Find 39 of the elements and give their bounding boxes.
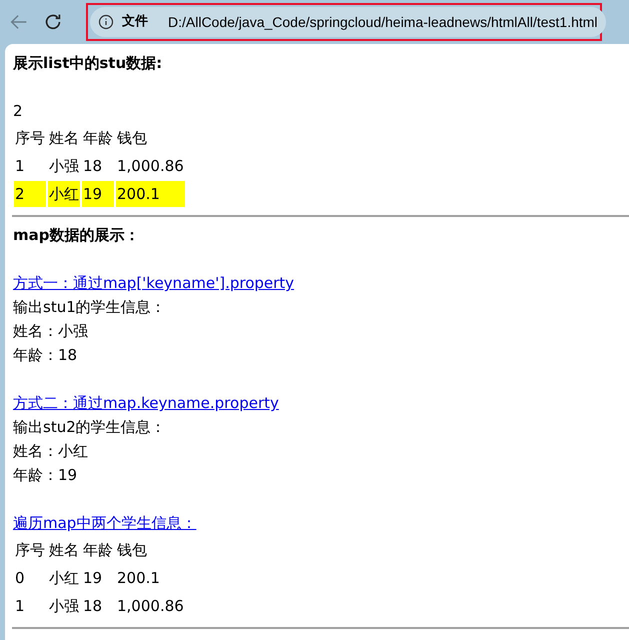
column-header: 序号 [14,128,46,149]
info-text: 年龄：19 [13,465,78,486]
column-header: 姓名 [48,540,80,561]
table-cell-text: 1 [14,156,26,177]
table-cell-text: 小强 [48,596,80,617]
column-header: 钱包 [116,128,148,149]
column-header: 姓名 [48,128,80,149]
table-cell-text: 18 [82,156,104,177]
table-cell-text: 18 [82,596,104,617]
table-cell-text: 小红 [48,568,80,589]
url-text: D:/AllCode/java_Code/springcloud/heima-leadnews/htmlAll/test1.html [168,12,598,32]
file-label: 文件 [122,12,148,32]
link[interactable]: 方式二：通过map.keyname.property [13,394,279,412]
table-cell: 19 [82,181,114,207]
table-cell: 小红 [48,181,80,207]
info-text: 年龄：18 [13,345,78,366]
column-header: 年龄 [82,128,114,149]
table-cell: 2 [14,181,46,207]
table-cell-text: 1,000.86 [116,596,185,617]
table-cell-text: 小强 [48,156,80,177]
count-text: 2 [13,101,24,122]
table-cell-text: 1 [14,596,26,617]
link[interactable]: 方式一：通过map['keyname'].property [13,274,294,292]
table-cell-text: 200.1 [116,568,161,589]
table-cell-text: 19 [82,568,104,589]
column-header: 序号 [14,540,46,561]
info-icon[interactable] [98,14,114,30]
table-cell-text: 1,000.86 [116,156,185,177]
link[interactable]: 遍历map中两个学生信息： [13,514,196,532]
info-text: 姓名：小强 [13,321,89,342]
table-cell: 200.1 [116,181,185,207]
section-heading: 展示list中的stu数据: [13,53,164,74]
section-heading: map数据的展示： [13,225,140,246]
info-text: 姓名：小红 [13,441,89,462]
info-text: 输出stu1的学生信息： [13,297,167,318]
column-header: 年龄 [82,540,114,561]
info-text: 输出stu2的学生信息： [13,417,167,438]
column-header: 钱包 [116,540,148,561]
table-cell-text: 0 [14,568,26,589]
